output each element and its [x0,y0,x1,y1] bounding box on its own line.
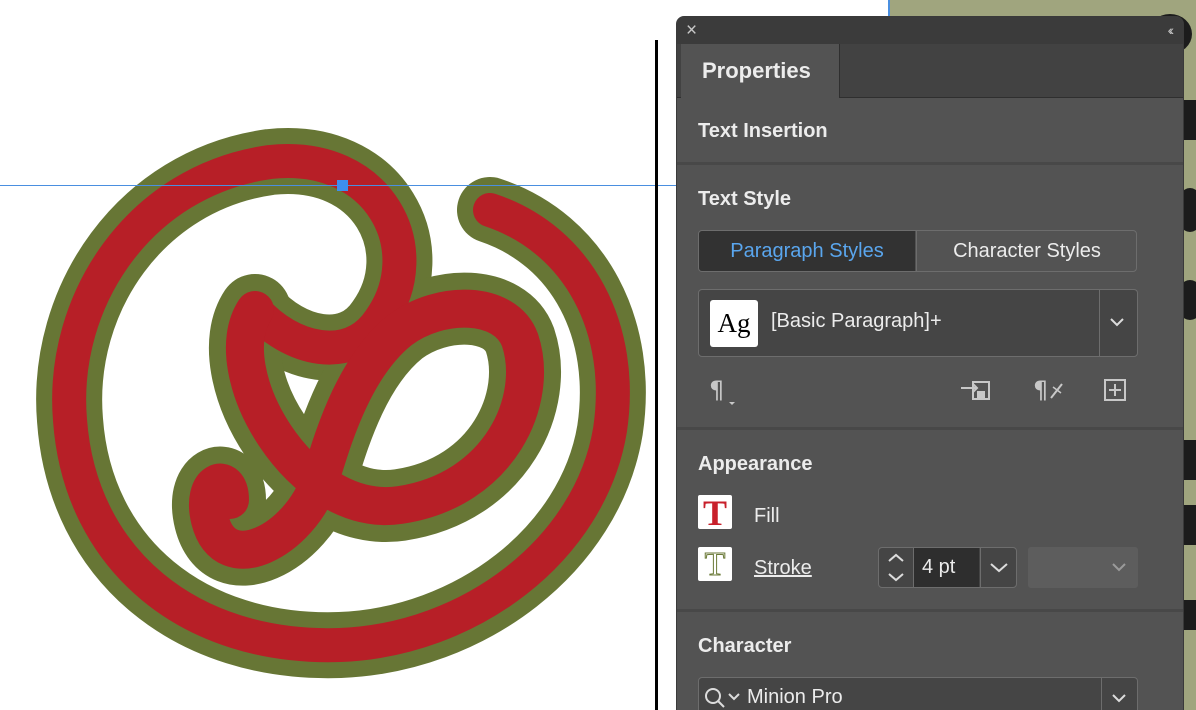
chevron-down-icon[interactable] [1108,316,1126,328]
tab-properties[interactable]: Properties [681,44,840,98]
close-icon[interactable]: × [686,21,697,40]
style-preview-thumbnail: Ag [710,300,758,347]
properties-panel: × ‹‹ Properties Text Insertion Text Styl… [677,17,1183,710]
collapse-panel-icon[interactable]: ‹‹ [1168,22,1175,38]
paragraph-style-name: [Basic Paragraph]+ [771,310,942,332]
stroke-label-link[interactable]: Stroke [754,557,812,580]
stroke-type-dropdown[interactable] [1028,547,1138,588]
character-styles-button[interactable]: Character Styles [916,231,1136,271]
clear-overrides-icon[interactable]: ¶ [1031,374,1069,406]
search-icon[interactable] [703,686,743,710]
font-family-name: Minion Pro [747,686,843,708]
stroke-weight-input[interactable]: 4 pt [914,548,979,587]
paragraph-styles-button[interactable]: Paragraph Styles [699,231,915,271]
section-divider [677,162,1183,165]
panel-title-bar [677,17,1183,44]
paragraph-style-dropdown[interactable]: Ag [Basic Paragraph]+ [698,289,1138,357]
section-title-text-style: Text Style [698,188,791,210]
artwork-ampersand-glyph[interactable] [0,0,676,710]
svg-text:¶: ¶ [1033,376,1048,404]
create-new-style-icon[interactable] [1101,374,1139,406]
chevron-down-icon[interactable] [1110,692,1128,704]
page-edge [655,40,658,710]
dropdown-divider [1099,290,1100,356]
section-divider [677,427,1183,430]
section-title-appearance: Appearance [698,453,813,475]
fill-swatch[interactable]: T [698,495,732,531]
fill-label: Fill [754,505,780,527]
paragraph-style-options-icon[interactable]: ¶ [707,374,745,406]
svg-text:¶: ¶ [709,376,724,404]
chevron-down-icon[interactable] [980,548,1017,587]
section-title-character: Character [698,635,792,657]
section-divider [677,609,1183,612]
load-styles-icon[interactable] [959,374,997,406]
stroke-swatch[interactable]: T [698,546,732,583]
stroke-weight-arrows[interactable] [879,548,914,587]
dropdown-divider [1101,678,1102,710]
chevron-down-icon [1112,563,1126,572]
anchor-point-handle[interactable] [337,180,348,191]
style-type-toggle: Paragraph Styles Character Styles [698,230,1137,272]
stroke-weight-stepper: 4 pt [878,547,1017,588]
font-family-field[interactable]: Minion Pro [698,677,1138,710]
section-title-text-insertion: Text Insertion [698,120,828,142]
